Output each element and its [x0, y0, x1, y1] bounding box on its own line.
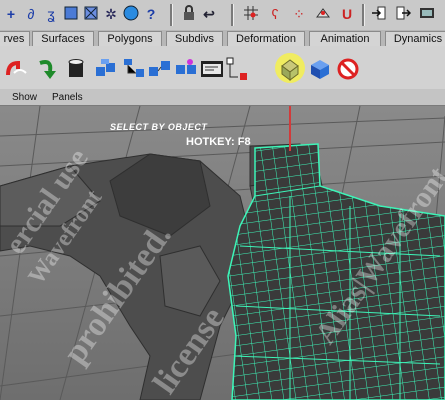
toolbar-separator	[362, 4, 365, 26]
cut-icon[interactable]	[4, 57, 28, 81]
viewport-scene: ercial use prohibited. license Alias|Wav…	[0, 106, 445, 400]
lasso-icon[interactable]: ∂	[22, 5, 40, 23]
snap-grid-icon[interactable]: ↩	[200, 5, 218, 23]
rotate-arrow-icon[interactable]	[34, 57, 58, 81]
input-icon[interactable]	[370, 5, 388, 23]
scene-gear-icon[interactable]: ✲	[102, 5, 120, 23]
menu-show[interactable]: Show	[12, 92, 37, 103]
toolbar-separator	[231, 4, 234, 26]
select-by-object-icon[interactable]	[274, 52, 306, 84]
snap-grid-icon[interactable]	[242, 5, 260, 23]
toolbar-separator	[170, 4, 173, 26]
tab-subdivs[interactable]: Subdivs	[166, 31, 223, 47]
parent-icon[interactable]	[148, 57, 172, 81]
tab-surfaces[interactable]: Surfaces	[32, 31, 94, 47]
help-icon[interactable]: ?	[142, 5, 160, 23]
plus-icon[interactable]: +	[2, 5, 20, 23]
outliner-icon[interactable]	[200, 57, 224, 81]
viewport[interactable]: ercial use prohibited. license Alias|Wav…	[0, 106, 445, 400]
select-hierarchy-icon[interactable]	[82, 5, 100, 23]
tab-deformation[interactable]: Deformation	[227, 31, 305, 47]
tab-curves[interactable]: rves	[0, 31, 30, 47]
hypergraph-icon[interactable]	[226, 57, 250, 81]
lock-icon[interactable]	[180, 5, 198, 23]
snap-curve-icon[interactable]: ʕ	[266, 5, 284, 23]
magnet-icon[interactable]: U	[338, 5, 356, 23]
cylinder-icon[interactable]	[64, 57, 88, 81]
select-component-icon[interactable]	[62, 5, 80, 23]
tab-polygons[interactable]: Polygons	[98, 31, 162, 47]
tab-dynamics[interactable]: Dynamics	[385, 31, 445, 47]
render-icon[interactable]	[418, 5, 436, 23]
hierarchy-icon[interactable]	[122, 57, 146, 81]
menu-panels[interactable]: Panels	[52, 92, 83, 103]
cube-group-icon[interactable]	[94, 57, 118, 81]
snap-plane-icon[interactable]	[314, 5, 332, 23]
sphere-icon[interactable]	[122, 5, 140, 23]
paint-select-icon[interactable]: ʓ	[42, 5, 60, 23]
overlay-title: SELECT BY OBJECT	[110, 122, 208, 132]
output-icon[interactable]	[394, 5, 412, 23]
overlay-hotkey: HOTKEY: F8	[186, 136, 251, 148]
status-toolbar: + ∂ ʓ ✲ ? ↩ ʕ ⁘ U	[0, 0, 445, 31]
tab-animation[interactable]: Animation	[309, 31, 381, 47]
snap-point-icon[interactable]: ⁘	[290, 5, 308, 23]
unparent-icon[interactable]	[174, 57, 198, 81]
no-select-icon[interactable]	[336, 57, 360, 81]
select-component-cube-icon[interactable]	[308, 57, 332, 81]
